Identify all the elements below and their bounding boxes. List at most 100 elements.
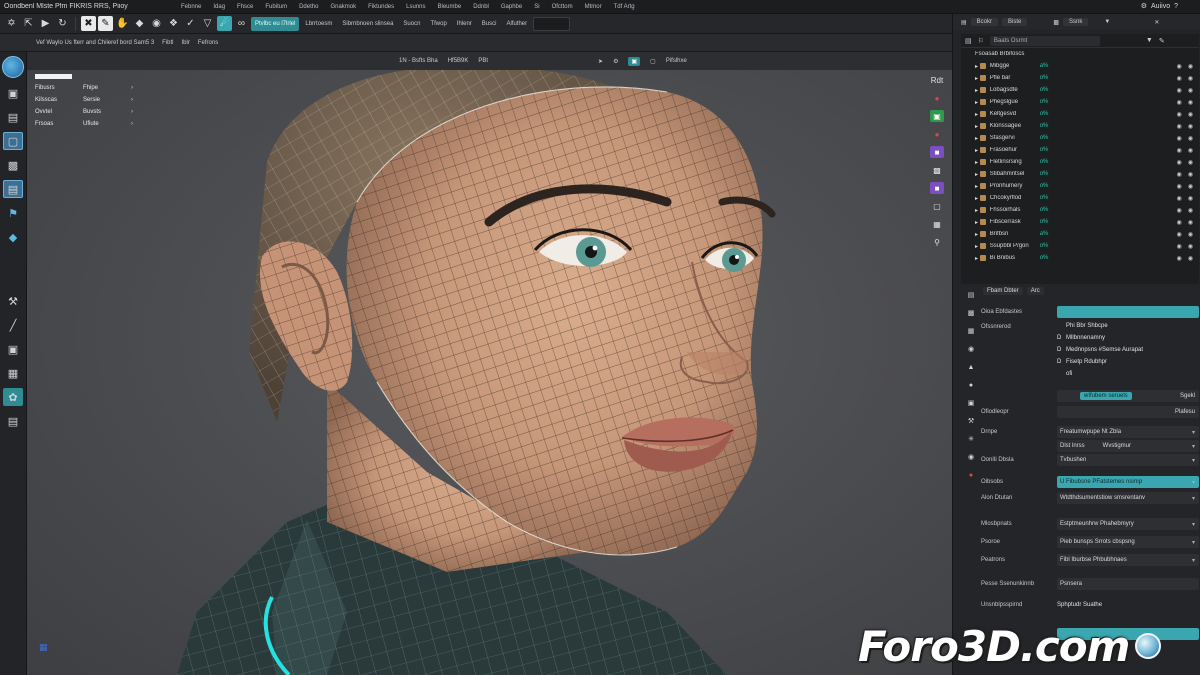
eye-icon[interactable]: ◉ — [1177, 123, 1182, 130]
pin-icon[interactable]: ⚐ — [978, 37, 984, 45]
eye-icon[interactable]: ◉ — [1177, 87, 1182, 94]
menu-item[interactable]: Ddnbl — [467, 4, 495, 10]
eye-icon[interactable]: ◉ — [1177, 75, 1182, 82]
expand-icon[interactable]: ▸ — [975, 63, 980, 70]
tool-option-fefrons[interactable]: Fefrons — [198, 40, 218, 46]
rotate-tool-icon[interactable]: ↻ — [55, 16, 70, 31]
expand-icon[interactable]: ▸ — [975, 207, 980, 214]
outliner-item[interactable]: ▸ Fhssoirhals o% ◉ ◉ — [961, 204, 1199, 216]
camera-visibility-icon[interactable]: ◉ — [1188, 75, 1193, 82]
dropdown-field[interactable]: Tvbushen ▾ — [1057, 454, 1199, 466]
outliner-item[interactable]: ▸ Mibgge a% ◉ ◉ — [961, 60, 1199, 72]
visibility-icons[interactable]: ◉ ◉ — [1177, 207, 1194, 214]
menu-item[interactable]: Fhsce — [231, 4, 259, 10]
tab-ssnk[interactable]: Ssnk — [1063, 18, 1089, 26]
brush-tool-icon[interactable]: ✎ — [98, 16, 113, 31]
grid-view-icon[interactable]: ▦ — [930, 218, 944, 230]
record-icon[interactable]: ● — [930, 128, 944, 140]
outliner-item[interactable]: ▸ Stibahmntsel o% ◉ ◉ — [961, 168, 1199, 180]
viewport-shading[interactable]: Hf5B9K — [448, 58, 469, 64]
red-dot-icon[interactable]: ● — [930, 92, 944, 104]
menu-item[interactable]: Ofcttom — [546, 4, 579, 10]
tab-biste[interactable]: Biste — [1002, 18, 1028, 26]
dropdown-field[interactable]: Fibl Iburbse Phbubhnaes ▾ — [1057, 554, 1199, 566]
option-item[interactable]: D Mllbnnenamny — [1057, 332, 1199, 344]
frame-tool-icon[interactable]: ✖ — [81, 16, 96, 31]
smooth-tool-icon[interactable]: ◉ — [149, 16, 164, 31]
camera-icon[interactable]: ▣ — [3, 84, 23, 102]
text-field[interactable]: Psnsera — [1057, 578, 1199, 590]
outliner-search[interactable]: Baats Osrmt — [989, 35, 1100, 46]
camera-visibility-icon[interactable]: ◉ — [1188, 99, 1193, 106]
menu-item[interactable]: Idag — [207, 4, 231, 10]
visibility-icons[interactable]: ◉ ◉ — [1177, 99, 1194, 106]
pinch-tool-icon[interactable]: ❖ — [166, 16, 181, 31]
drop-icon[interactable]: ◆ — [3, 228, 23, 246]
draw-tool-icon[interactable]: ☄ — [217, 16, 232, 31]
tool-props-icon[interactable]: ▤ — [966, 290, 976, 300]
camera-visibility-icon[interactable]: ◉ — [1188, 183, 1193, 190]
option-item[interactable]: ofi — [1057, 368, 1199, 380]
toolbar-option[interactable]: Tfwop — [426, 17, 450, 31]
expand-icon[interactable]: ▸ — [975, 87, 980, 94]
hammer-icon[interactable]: ⚒ — [3, 292, 23, 310]
dropdown-field[interactable]: Freatumwpupe Nt Zbla ▾ — [1057, 426, 1199, 438]
tool-option-fibtl[interactable]: Fibtl — [162, 40, 173, 46]
eye-icon[interactable]: ◉ — [1177, 135, 1182, 142]
texture-icon[interactable]: ✿ — [3, 388, 23, 406]
eye-icon[interactable]: ◉ — [1177, 243, 1182, 250]
xray-icon[interactable]: ▢ — [650, 58, 656, 65]
eye-icon[interactable]: ◉ — [1177, 183, 1182, 190]
outliner-filter-icon[interactable]: ▼ — [1146, 37, 1153, 44]
action-field[interactable]: wIfubem seruels Sgekl — [1057, 390, 1199, 402]
outliner-item[interactable]: ▸ Keltgesvd o% ◉ ◉ — [961, 108, 1199, 120]
menu-item[interactable]: Fiktundes — [362, 4, 400, 10]
flatten-tool-icon[interactable]: ▽ — [200, 16, 215, 31]
menu-row[interactable]: Ovvtel Buvsts › — [35, 106, 147, 118]
particles-props-icon[interactable]: ✳ — [966, 434, 976, 444]
visibility-icons[interactable]: ◉ ◉ — [1177, 231, 1194, 238]
properties-tab-b[interactable]: Arc — [1026, 287, 1044, 295]
visibility-icons[interactable]: ◉ ◉ — [1177, 135, 1194, 142]
toolbar-option[interactable]: Suocn — [399, 17, 424, 31]
visibility-icons[interactable]: ◉ ◉ — [1177, 195, 1194, 202]
render-props-icon[interactable]: ▩ — [966, 308, 976, 318]
visibility-icons[interactable]: ◉ ◉ — [1177, 219, 1194, 226]
eye-icon[interactable]: ◉ — [1177, 219, 1182, 226]
outliner-item[interactable]: ▸ Pfle bar o% ◉ ◉ — [961, 72, 1199, 84]
outliner-item[interactable]: ▸ Klonssagee o% ◉ ◉ — [961, 120, 1199, 132]
menu-row[interactable]: Frsoas Ufiute › — [35, 118, 147, 130]
scale-tool-icon[interactable]: ⇱ — [21, 16, 36, 31]
expand-icon[interactable]: ▸ — [975, 219, 980, 226]
line-tool-icon[interactable]: ╱ — [3, 316, 23, 334]
menu-row[interactable]: Fibusrs Fhipe › — [35, 82, 147, 94]
eye-icon[interactable]: ◉ — [1177, 195, 1182, 202]
zoom-icon[interactable]: ⚲ — [930, 236, 944, 248]
visibility-icons[interactable]: ◉ ◉ — [1177, 147, 1194, 154]
menu-item[interactable]: Tdf Artg — [608, 4, 641, 10]
frame-icon[interactable]: ▢ — [930, 200, 944, 212]
highlighted-field[interactable]: U Fibubsne PFatstemes nsimp ▾ — [1057, 476, 1199, 488]
camera-visibility-icon[interactable]: ◉ — [1188, 195, 1193, 202]
apply-button[interactable]: wIfubem seruels — [1080, 392, 1132, 400]
tab-bcokr[interactable]: Bcokr — [970, 18, 999, 26]
expand-icon[interactable]: ▸ — [975, 183, 980, 190]
option-item[interactable]: Phi Bbr Shbcpe — [1057, 320, 1199, 332]
menu-item[interactable]: Febnne — [175, 4, 207, 10]
snap-icon[interactable]: ⚙ — [613, 58, 618, 65]
menu-item[interactable]: Lsunns — [400, 4, 431, 10]
scene-props-icon[interactable]: ▲ — [966, 362, 976, 372]
camera-visibility-icon[interactable]: ◉ — [1188, 159, 1193, 166]
visibility-icons[interactable]: ◉ ◉ — [1177, 87, 1194, 94]
eye-icon[interactable]: ◉ — [1177, 111, 1182, 118]
outliner-item[interactable]: ▸ Chcokyrflod o% ◉ ◉ — [961, 192, 1199, 204]
world-props-icon[interactable]: ● — [966, 380, 976, 390]
expand-icon[interactable]: ▸ — [975, 147, 980, 154]
camera-visibility-icon[interactable]: ◉ — [1188, 255, 1193, 262]
eye-icon[interactable]: ◉ — [1177, 171, 1182, 178]
camera-visibility-icon[interactable]: ◉ — [1188, 135, 1193, 142]
eye-icon[interactable]: ◉ — [1177, 159, 1182, 166]
outliner-add-icon[interactable]: ✎ — [1159, 37, 1165, 45]
dropdown-field[interactable]: Estptmeunhrw Phahebmyry ▾ — [1057, 518, 1199, 530]
physics-props-icon[interactable]: ◉ — [966, 452, 976, 462]
